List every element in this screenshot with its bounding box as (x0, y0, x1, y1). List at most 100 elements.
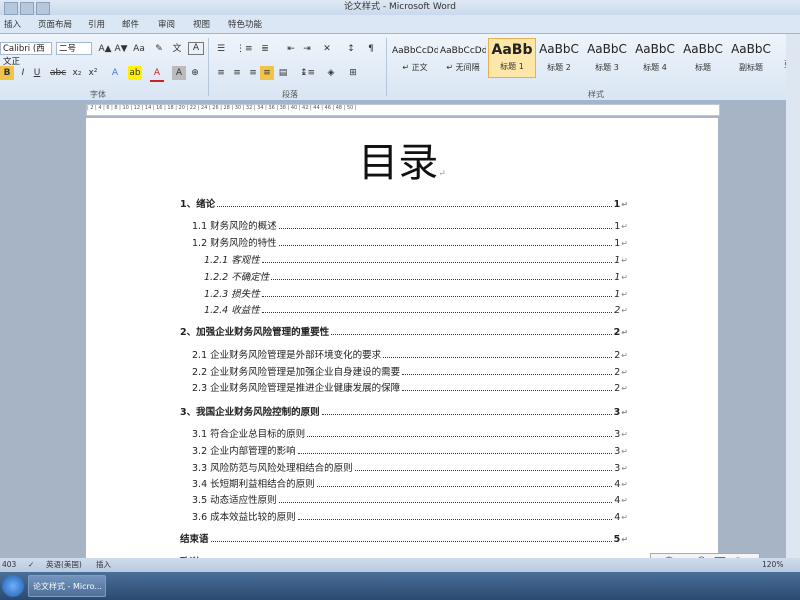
save-icon[interactable] (4, 2, 18, 15)
toc-entry[interactable]: 3.1 符合企业总目标的原则 3 ↵ (192, 426, 628, 440)
toc-entry[interactable]: 3.6 成本效益比较的原则 4 ↵ (192, 509, 628, 523)
page-info[interactable]: 403 (2, 558, 16, 572)
document-page[interactable]: 目录↵ 1、绪论 1 ↵ 1.1 财务风险的概述 1 ↵ 1.2 财务风险的特性 1 ↵ 1.2.… (86, 118, 718, 558)
toc-entry[interactable]: 2.2 企业财务风险管理是加强企业自身建设的需要 2 ↵ (192, 364, 628, 378)
char-border-icon[interactable]: A (188, 42, 204, 55)
toc-page-number: 3 (614, 446, 621, 457)
tab-mailings[interactable]: 邮件 (122, 18, 139, 30)
shrink-font-icon[interactable]: A▼ (114, 42, 128, 56)
grow-font-icon[interactable]: A▲ (98, 42, 112, 56)
paragraph-mark: ↵ (621, 290, 628, 299)
style-subtitle[interactable]: AaBbC 副标题 (728, 38, 774, 76)
multilevel-list-icon[interactable]: ≣ (258, 42, 272, 56)
align-center-icon[interactable]: ≡ (230, 66, 244, 80)
enclose-char-icon[interactable]: ⊕ (188, 66, 202, 80)
style-heading-3[interactable]: AaBbC 标题 3 (584, 38, 630, 76)
toc-page-number: 1 (614, 221, 621, 232)
toc-entry-text: 1.1 财务风险的概述 (192, 221, 277, 232)
start-button[interactable] (2, 575, 24, 597)
toc-leader-dots (321, 406, 612, 415)
phonetic-guide-icon[interactable]: 文 (170, 42, 184, 56)
toc-entry[interactable]: 1.2.2 不确定性 1 ↵ (204, 269, 628, 283)
vertical-scrollbar[interactable] (786, 34, 800, 558)
strikethrough-icon[interactable]: abc (50, 66, 66, 80)
font-group-label: 字体 (90, 90, 106, 99)
language-indicator[interactable]: 英语(美国) (46, 558, 82, 572)
font-name-select[interactable]: Calibri (西文正 (0, 42, 52, 67)
toc-entry[interactable]: 3.5 动态适应性原则 4 ↵ (192, 492, 628, 506)
toc-entry[interactable]: 3.4 长短期利益相结合的原则 4 ↵ (192, 476, 628, 490)
toc-page-number: 2 (614, 383, 621, 394)
sort-icon[interactable]: ↕ (344, 42, 358, 56)
text-effect-icon[interactable]: A (108, 66, 122, 80)
chinese-layout-icon[interactable]: ✕ (320, 42, 334, 56)
toc-entry-text: 2.2 企业财务风险管理是加强企业自身建设的需要 (192, 367, 401, 378)
paragraph-mark: ↵ (621, 222, 628, 231)
toc-entry[interactable]: 1、绪论 1 ↵ (180, 196, 628, 210)
tab-view[interactable]: 视图 (193, 18, 210, 30)
tab-references[interactable]: 引用 (88, 18, 105, 30)
toc-page-number: 1 (614, 238, 621, 249)
undo-icon[interactable] (20, 2, 34, 15)
show-marks-icon[interactable]: ¶ (364, 42, 378, 56)
char-shading-icon[interactable]: A (172, 66, 186, 80)
spellcheck-icon[interactable]: ✓ (28, 558, 34, 572)
superscript-icon[interactable]: x² (86, 66, 100, 80)
horizontal-ruler[interactable]: | 2 | 4 | 6 | 8 | 10 | 12 | 14 | 16 | 18… (86, 104, 720, 116)
toc-entry[interactable]: 1.2 财务风险的特性 1 ↵ (192, 235, 628, 249)
align-left-icon[interactable]: ≡ (214, 66, 228, 80)
justify-icon[interactable]: ≡ (260, 66, 274, 80)
taskbar-word-window[interactable]: 论文样式 - Micro... (28, 575, 106, 597)
toc-entry[interactable]: 1.2.4 收益性 2 ↵ (204, 302, 628, 316)
toc-entry[interactable]: 2.1 企业财务风险管理是外部环境变化的要求 2 ↵ (192, 347, 628, 361)
toc-entry[interactable]: 1.2.3 损失性 1 ↵ (204, 286, 628, 300)
style-heading-1[interactable]: AaBb 标题 1 (488, 38, 536, 78)
style-heading-4[interactable]: AaBbC 标题 4 (632, 38, 678, 76)
toc-page-number: 3 (614, 463, 621, 474)
font-color-icon[interactable]: A (150, 66, 164, 82)
clear-format-icon[interactable]: ✎ (152, 42, 166, 56)
toc-page-number: 2 (613, 327, 621, 338)
highlight-icon[interactable]: ab (128, 66, 142, 80)
toc-entry[interactable]: 2、加强企业财务风险管理的重要性 2 ↵ (180, 324, 628, 338)
toc-entry[interactable]: 1.1 财务风险的概述 1 ↵ (192, 218, 628, 232)
subscript-icon[interactable]: x₂ (70, 66, 84, 80)
toc-entry[interactable]: 3.3 风险防范与风险处理相结合的原则 3 ↵ (192, 460, 628, 474)
line-spacing-icon[interactable]: ↨≡ (300, 66, 315, 80)
toc-entry[interactable]: 1.2.1 客观性 1 ↵ (204, 252, 628, 266)
borders-icon[interactable]: ⊞ (346, 66, 360, 80)
style-heading-2[interactable]: AaBbC 标题 2 (536, 38, 582, 76)
tab-insert[interactable]: 插入 (4, 18, 21, 30)
paragraph-group-label: 段落 (282, 90, 298, 99)
window-title-bar: 论文样式 - Microsoft Word (0, 0, 800, 15)
bullets-icon[interactable]: ☰ (214, 42, 228, 56)
insert-mode[interactable]: 插入 (96, 558, 111, 572)
zoom-level[interactable]: 120% (762, 558, 783, 572)
toc-entry[interactable]: 3、我国企业财务风险控制的原则 3 ↵ (180, 404, 628, 418)
tab-special-features[interactable]: 特色功能 (228, 18, 262, 30)
tab-page-layout[interactable]: 页面布局 (38, 18, 72, 30)
underline-icon[interactable]: U (30, 66, 44, 80)
toc-entry[interactable]: 结束语 5 ↵ (180, 531, 628, 545)
distributed-icon[interactable]: ▤ (276, 66, 290, 80)
toc-entry[interactable]: 2.3 企业财务风险管理是推进企业健康发展的保障 2 ↵ (192, 380, 628, 394)
tab-review[interactable]: 审阅 (158, 18, 175, 30)
numbering-icon[interactable]: ⋮≡ (236, 42, 253, 56)
shading-icon[interactable]: ◈ (324, 66, 338, 80)
style-normal[interactable]: AaBbCcDd ↵ 正文 (392, 38, 438, 76)
italic-icon[interactable]: I (16, 66, 30, 80)
paragraph-mark: ↵ (621, 306, 628, 315)
toc-entry-text: 2.1 企业财务风险管理是外部环境变化的要求 (192, 350, 382, 361)
font-size-select[interactable]: 二号 (56, 42, 92, 55)
change-case-icon[interactable]: Aa (132, 42, 146, 56)
toc-entry-text: 2.3 企业财务风险管理是推进企业健康发展的保障 (192, 383, 401, 394)
toc-entry[interactable]: 3.2 企业内部管理的影响 3 ↵ (192, 443, 628, 457)
style-no-spacing[interactable]: AaBbCcDd ↵ 无间隔 (440, 38, 486, 76)
bold-icon[interactable]: B (0, 66, 14, 80)
align-right-icon[interactable]: ≡ (246, 66, 260, 80)
toc-page-number: 2 (614, 350, 621, 361)
style-title[interactable]: AaBbC 标题 (680, 38, 726, 76)
decrease-indent-icon[interactable]: ⇤ (284, 42, 298, 56)
increase-indent-icon[interactable]: ⇥ (300, 42, 314, 56)
redo-icon[interactable] (36, 2, 50, 15)
